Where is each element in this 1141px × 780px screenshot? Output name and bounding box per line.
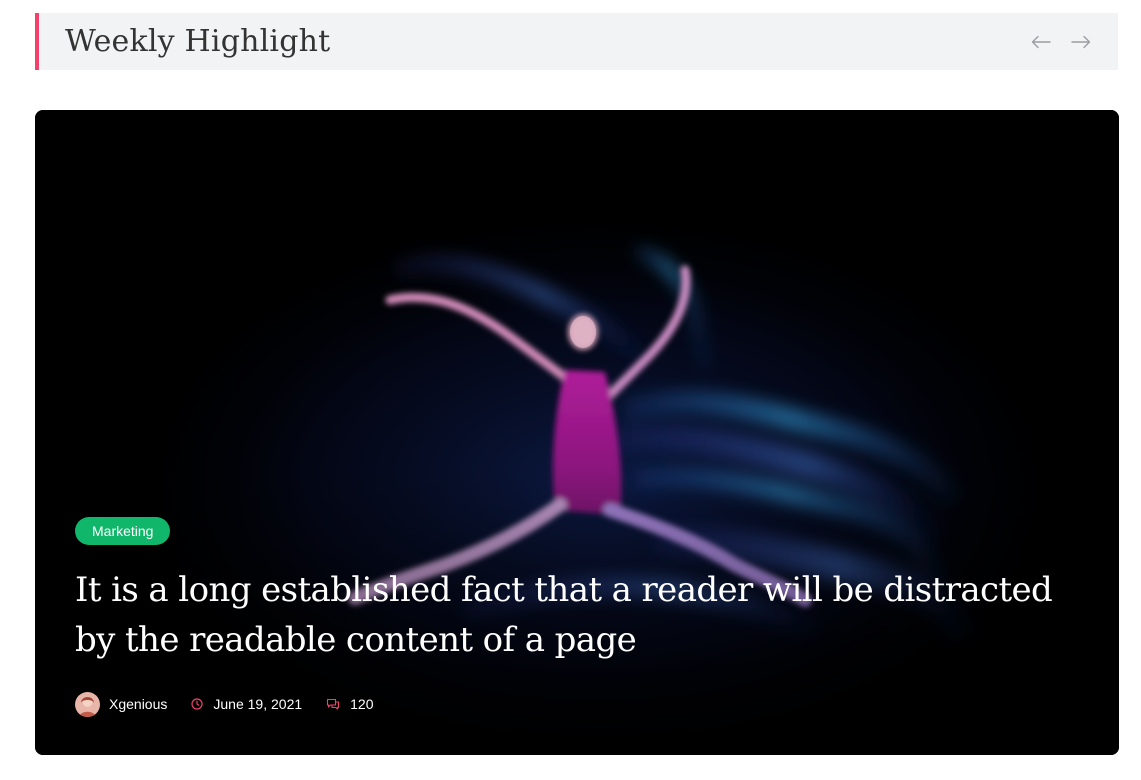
carousel-nav xyxy=(1028,29,1094,55)
avatar xyxy=(75,691,100,717)
clock-icon xyxy=(191,698,203,710)
section-header: Weekly Highlight xyxy=(35,13,1118,70)
author-meta[interactable]: Xgenious xyxy=(75,691,168,717)
next-button[interactable] xyxy=(1068,29,1094,55)
comments-meta[interactable]: 120 xyxy=(326,696,374,712)
author-name: Xgenious xyxy=(109,696,168,712)
section-title: Weekly Highlight xyxy=(65,24,331,59)
card-content: Marketing It is a long established fact … xyxy=(75,517,1085,717)
category-badge[interactable]: Marketing xyxy=(75,517,171,545)
arrow-right-icon xyxy=(1071,35,1091,48)
comment-icon xyxy=(326,698,340,710)
post-meta: Xgenious June 19, 2021 120 xyxy=(75,691,1085,717)
arrow-left-icon xyxy=(1031,35,1051,48)
post-date: June 19, 2021 xyxy=(213,696,303,712)
date-meta: June 19, 2021 xyxy=(191,696,302,712)
comment-count: 120 xyxy=(350,696,374,712)
post-title[interactable]: It is a long established fact that a rea… xyxy=(75,565,1075,665)
highlight-card[interactable]: Marketing It is a long established fact … xyxy=(35,110,1119,755)
prev-button[interactable] xyxy=(1028,29,1054,55)
